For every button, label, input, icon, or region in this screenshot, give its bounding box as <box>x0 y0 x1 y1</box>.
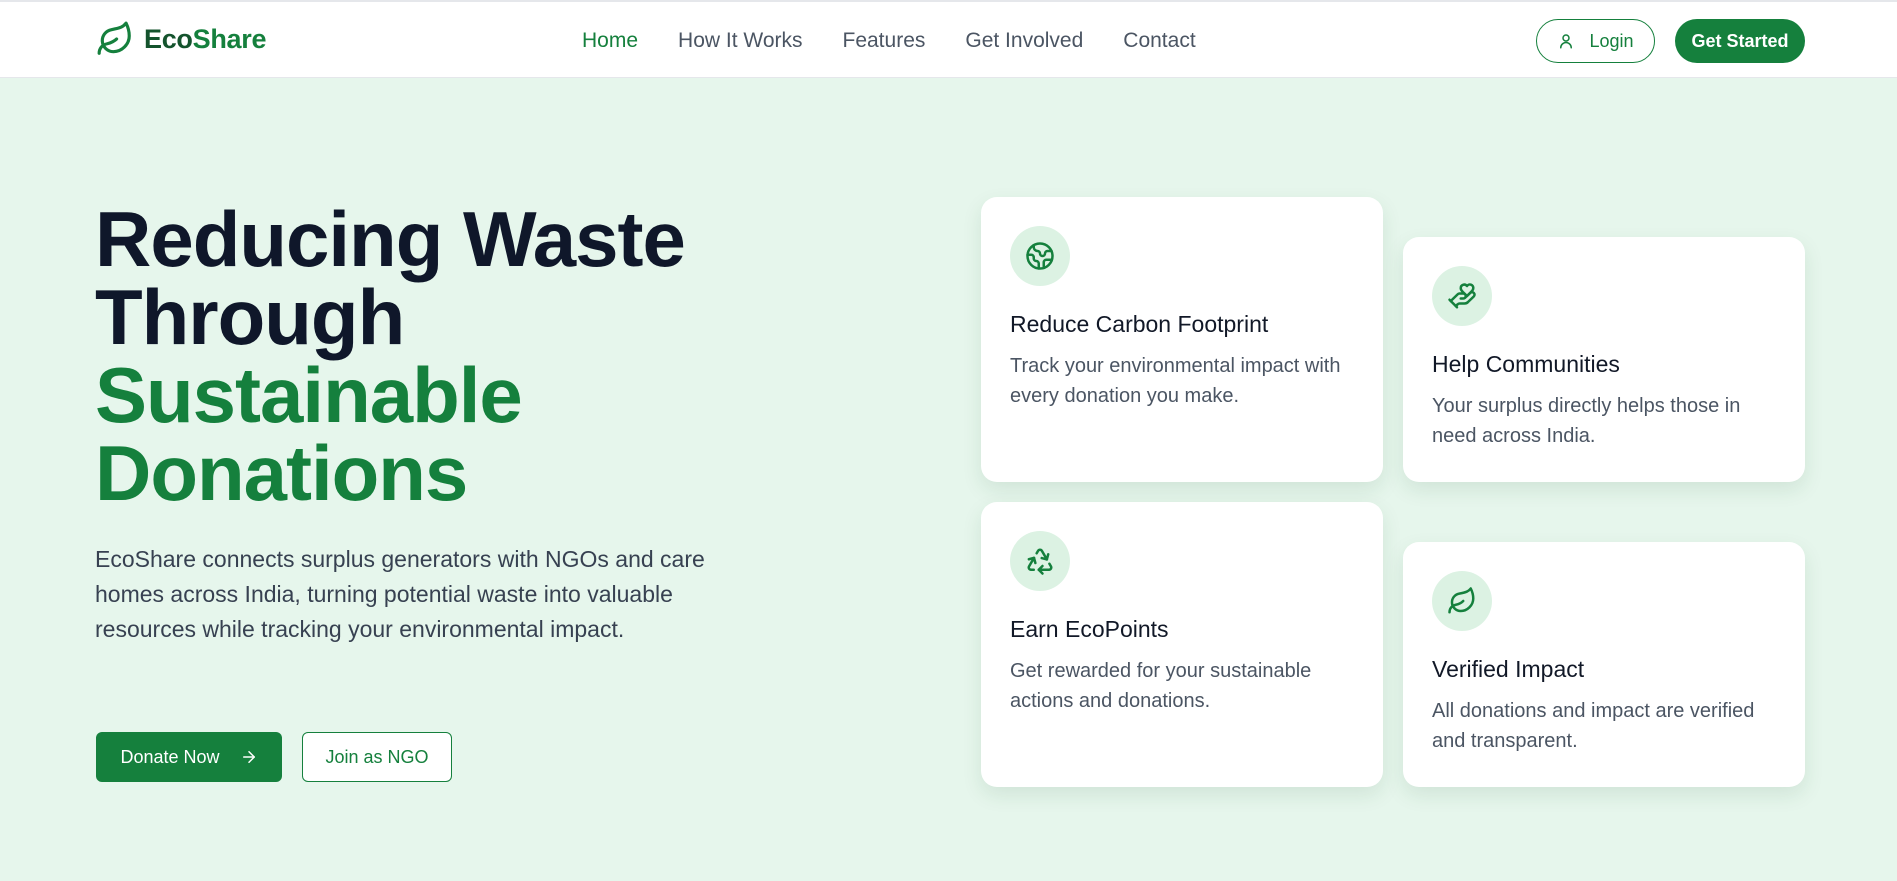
nav-features[interactable]: Features <box>843 26 926 56</box>
recycle-icon <box>1027 548 1053 575</box>
hero-title: Reducing Waste Through Sustainable Donat… <box>95 200 795 512</box>
main-nav: Home How It Works Features Get Involved … <box>582 26 1196 56</box>
feature-card-verified-impact: Verified Impact All donations and impact… <box>1403 542 1805 787</box>
feature-description: Your surplus directly helps those in nee… <box>1432 395 1741 447</box>
login-button[interactable]: Login <box>1536 19 1655 63</box>
brand-logo[interactable]: EcoShare <box>96 20 266 58</box>
login-label: Login <box>1589 30 1634 51</box>
globe-icon <box>1026 242 1054 270</box>
site-header: EcoShare Home How It Works Features Get … <box>0 2 1897 78</box>
leaf-icon <box>97 21 131 55</box>
brand-name: EcoShare <box>144 24 266 55</box>
get-started-button[interactable]: Get Started <box>1675 19 1805 63</box>
arrow-right-icon <box>242 751 255 763</box>
hero-description: EcoShare connects surplus generators wit… <box>95 546 705 642</box>
feature-description: All donations and impact are verified an… <box>1432 700 1755 752</box>
feature-icon-badge <box>1432 266 1492 326</box>
feature-title: Reduce Carbon Footprint <box>1010 311 1269 337</box>
feature-description: Track your environmental impact with eve… <box>1010 355 1341 407</box>
nav-home[interactable]: Home <box>582 26 638 56</box>
nav-get-involved[interactable]: Get Involved <box>965 26 1083 56</box>
feature-card-carbon-footprint: Reduce Carbon Footprint Track your envir… <box>981 197 1383 482</box>
feature-icon-badge <box>1010 531 1070 591</box>
donate-now-button[interactable]: Donate Now <box>96 732 282 782</box>
feature-title: Verified Impact <box>1432 656 1585 682</box>
brand-name-eco: Eco <box>144 23 193 54</box>
hero-title-line3: Sustainable <box>95 351 523 439</box>
donate-now-label: Donate Now <box>120 746 220 767</box>
feature-card-help-communities: Help Communities Your surplus directly h… <box>1403 237 1805 482</box>
feature-icon-badge <box>1010 226 1070 286</box>
join-as-ngo-button[interactable]: Join as NGO <box>302 732 452 782</box>
feature-title: Earn EcoPoints <box>1010 616 1169 642</box>
nav-how-it-works[interactable]: How It Works <box>678 26 802 56</box>
hero-title-line1: Reducing Waste <box>95 195 686 283</box>
feature-title: Help Communities <box>1432 351 1620 377</box>
hand-heart-icon <box>1448 283 1476 309</box>
nav-contact[interactable]: Contact <box>1123 26 1195 56</box>
leaf-icon <box>1448 587 1475 614</box>
hero-title-line4: Donations <box>95 429 468 517</box>
feature-icon-badge <box>1432 571 1492 631</box>
feature-description: Get rewarded for your sustainable action… <box>1010 660 1312 712</box>
feature-card-ecopoints: Earn EcoPoints Get rewarded for your sus… <box>981 502 1383 787</box>
user-icon <box>1560 34 1573 49</box>
brand-name-share: Share <box>192 23 267 54</box>
hero-title-line2: Through <box>95 273 405 361</box>
